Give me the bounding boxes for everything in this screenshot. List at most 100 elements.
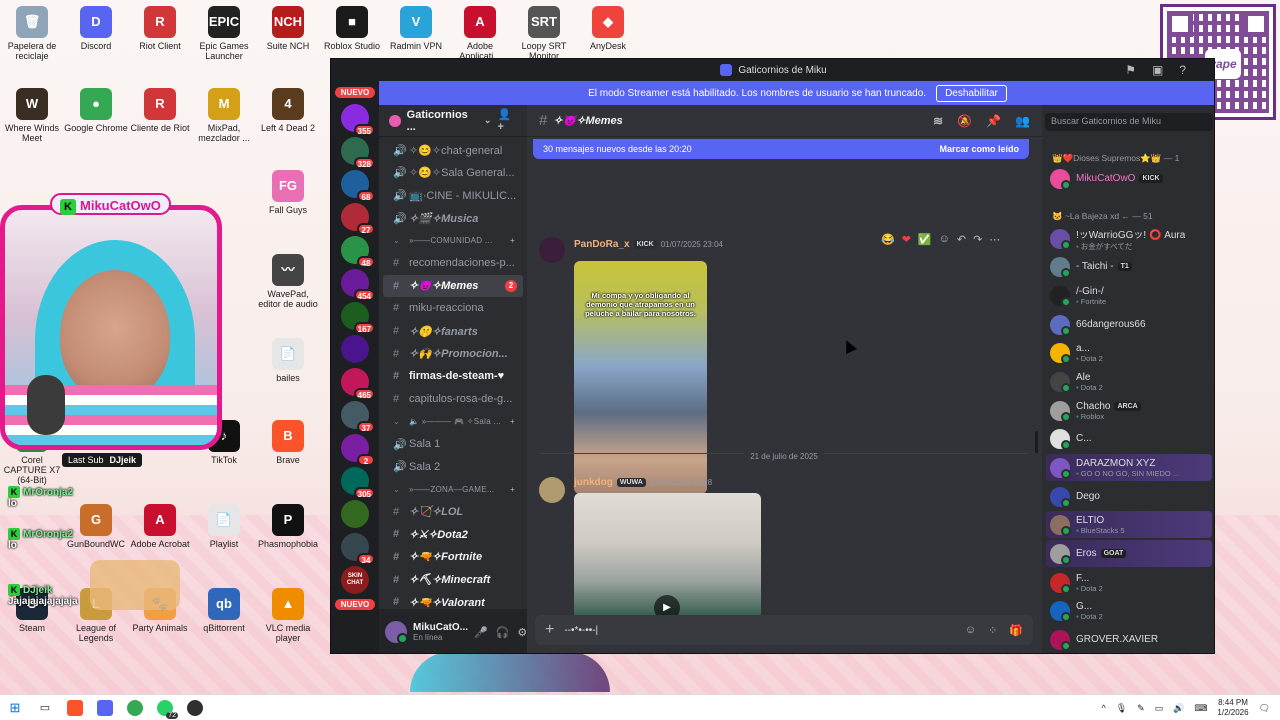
add-channel-icon[interactable]: +	[510, 485, 515, 494]
desktop-icon[interactable]: P Phasmophobia	[256, 504, 320, 549]
add-channel-icon[interactable]: +	[510, 236, 515, 245]
desktop-icon[interactable]: FG Fall Guys	[256, 170, 320, 215]
new-badge[interactable]: NUEVO	[335, 87, 375, 98]
member-item[interactable]: ELTIOBlueStacks 5	[1046, 511, 1212, 538]
desktop-icon[interactable]: NCH Suite NCH	[256, 6, 320, 51]
desktop-icon[interactable]: 🗑 Papelera de reciclaje	[0, 6, 64, 61]
channel[interactable]: # ✧🔫✧Fortnite	[383, 546, 523, 569]
member-item[interactable]: ChachoARCARoblox	[1046, 397, 1212, 424]
member-item[interactable]: MikuCatOwO KICK	[1046, 165, 1212, 192]
volume-icon[interactable]: 🔊	[1173, 703, 1184, 714]
desktop-icon[interactable]: SRT Loopy SRT Monitor	[512, 6, 576, 61]
more-icon[interactable]: ⋯	[989, 233, 1000, 246]
desktop-icon[interactable]: EPIC Epic Games Launcher	[192, 6, 256, 61]
chrome-taskbar-icon[interactable]	[120, 695, 150, 720]
flag-icon[interactable]: ⚑	[1125, 63, 1136, 77]
channel[interactable]: # firmas-de-steam-♥	[383, 365, 523, 388]
desktop-icon[interactable]: qb qBittorrent	[192, 588, 256, 633]
add-reaction-icon[interactable]: ☺	[939, 233, 950, 246]
mute-icon[interactable]: 🎤	[474, 626, 488, 639]
reply-icon[interactable]: ↶	[957, 233, 966, 246]
pen-icon[interactable]: ✎	[1137, 703, 1145, 714]
apps-icon[interactable]: ⁘	[988, 624, 997, 637]
channel[interactable]: # ✧🏹✧LOL	[383, 501, 523, 524]
emoji-icon[interactable]: ☺	[965, 624, 976, 637]
server-icon[interactable]: 2	[341, 434, 375, 466]
desktop-icon[interactable]: ◆ AnyDesk	[576, 6, 640, 51]
avatar[interactable]	[539, 477, 565, 503]
desktop-icon[interactable]: 4 Left 4 Dead 2	[256, 88, 320, 133]
message-input[interactable]: --•*•-••-|	[564, 625, 598, 636]
channel[interactable]: # ✧⛏✧Minecraft	[383, 568, 523, 591]
clock[interactable]: 8:44 PM 1/2/2026	[1217, 698, 1248, 718]
scrollbar[interactable]	[1035, 431, 1038, 453]
channel[interactable]: # capitulos-rosa-de-g...	[383, 388, 523, 411]
channel-category[interactable]: ⌄ 🔈 »——— 🎮 ✧Sala ... +	[383, 410, 523, 433]
threads-icon[interactable]: ≋	[933, 114, 943, 128]
member-item[interactable]: a...Dota 2	[1046, 339, 1212, 366]
voice-channel[interactable]: 🔊 ✧🎬✧Musica	[383, 207, 523, 230]
chevron-up-icon[interactable]: ^	[1101, 703, 1105, 713]
add-user-icon[interactable]: 👤+	[497, 108, 517, 133]
check-icon[interactable]: ✅	[918, 233, 932, 246]
member-item[interactable]: C...	[1046, 425, 1212, 452]
desktop-icon[interactable]: W Where Winds Meet	[0, 88, 64, 143]
server-icon[interactable]: 37	[341, 401, 375, 433]
keyboard-icon[interactable]: ⌨	[1194, 703, 1207, 714]
heart-icon[interactable]: ❤	[902, 233, 911, 246]
pin-icon[interactable]: 📌	[986, 114, 1001, 128]
server-icon[interactable]: 454	[341, 269, 375, 301]
desktop-icon[interactable]: R Riot Client	[128, 6, 192, 51]
user-name[interactable]: MikuCatO...	[413, 622, 468, 633]
plus-icon[interactable]: +	[545, 621, 554, 639]
gear-icon[interactable]: ⚙	[517, 626, 527, 639]
member-item[interactable]: 66dangerous66	[1046, 311, 1212, 338]
desktop-icon[interactable]: ● Google Chrome	[64, 88, 128, 133]
server-icon[interactable]: 68	[341, 170, 375, 202]
forward-icon[interactable]: ↷	[973, 233, 982, 246]
server-icon[interactable]: 27	[341, 203, 375, 235]
message-author[interactable]: PanDoRa_x	[574, 239, 630, 250]
headphones-icon[interactable]: 🎧	[496, 626, 510, 639]
voice-channel[interactable]: 🔊 Sala 2	[383, 455, 523, 478]
network-icon[interactable]: ▭	[1155, 703, 1164, 714]
mark-as-read-button[interactable]: Marcar como leído	[939, 144, 1019, 154]
member-item[interactable]: DARAZMON XYZGO O NO GO, SIN MIEDO ...	[1046, 454, 1212, 481]
member-item[interactable]: - Taichi - T1	[1046, 253, 1212, 280]
server-icon[interactable]: 48	[341, 236, 375, 268]
voice-channel[interactable]: 🔊 Sala 1	[383, 433, 523, 456]
member-item[interactable]: Dego	[1046, 483, 1212, 510]
new-messages-bar[interactable]: 30 mensajes nuevos desde las 20:20 Marca…	[533, 139, 1029, 159]
member-item[interactable]: F...Dota 2	[1046, 569, 1212, 596]
avatar[interactable]	[385, 621, 408, 644]
search-input[interactable]: Buscar Gaticornios de Miku	[1045, 113, 1213, 131]
member-item[interactable]: Eros GOAT	[1046, 540, 1212, 567]
desktop-icon[interactable]: ■ Roblox Studio	[320, 6, 384, 51]
voice-channel[interactable]: 🔊 ✧😊✧chat-general	[383, 139, 523, 162]
voice-channel[interactable]: 🔊 📺·CINE - MIKULIC...	[383, 184, 523, 207]
video-attachment[interactable]: ▶	[574, 493, 761, 619]
channel-category[interactable]: ⌄ »——ZONA—GAME... +	[383, 478, 523, 501]
notification-icon[interactable]: 🗨	[1259, 703, 1270, 714]
desktop-icon[interactable]: 📄 Playlist	[192, 504, 256, 549]
server-icon[interactable]: 34	[341, 533, 375, 565]
task-view-button[interactable]: ▭	[30, 695, 60, 720]
message-composer[interactable]: + --•*•-••-| ☺ ⁘ 🎁	[535, 615, 1033, 645]
desktop-icon[interactable]: 📄 bailes	[256, 338, 320, 383]
desktop-icon[interactable]: G GunBoundWC	[64, 504, 128, 549]
discord-taskbar-icon[interactable]	[90, 695, 120, 720]
new-badge[interactable]: NUEVO	[335, 599, 375, 610]
server-icon[interactable]	[341, 500, 369, 528]
desktop-icon[interactable]: R Cliente de Riot	[128, 88, 192, 133]
desktop-icon[interactable]: A Adobe Acrobat	[128, 504, 192, 549]
voice-channel[interactable]: 🔊 ✧😊✧Sala General...	[383, 162, 523, 185]
server-icon[interactable]: SKIN CHAT	[341, 566, 369, 594]
desktop-icon[interactable]: D Discord	[64, 6, 128, 51]
server-icon[interactable]: 355	[341, 104, 375, 136]
gift-icon[interactable]: 🎁	[1009, 624, 1023, 637]
avatar[interactable]	[539, 237, 565, 263]
server-icon[interactable]	[341, 335, 369, 363]
server-icon[interactable]: 328	[341, 137, 375, 169]
disable-streamer-button[interactable]: Deshabilitar	[936, 84, 1007, 102]
desktop-icon[interactable]: A Adobe Applicati...	[448, 6, 512, 61]
